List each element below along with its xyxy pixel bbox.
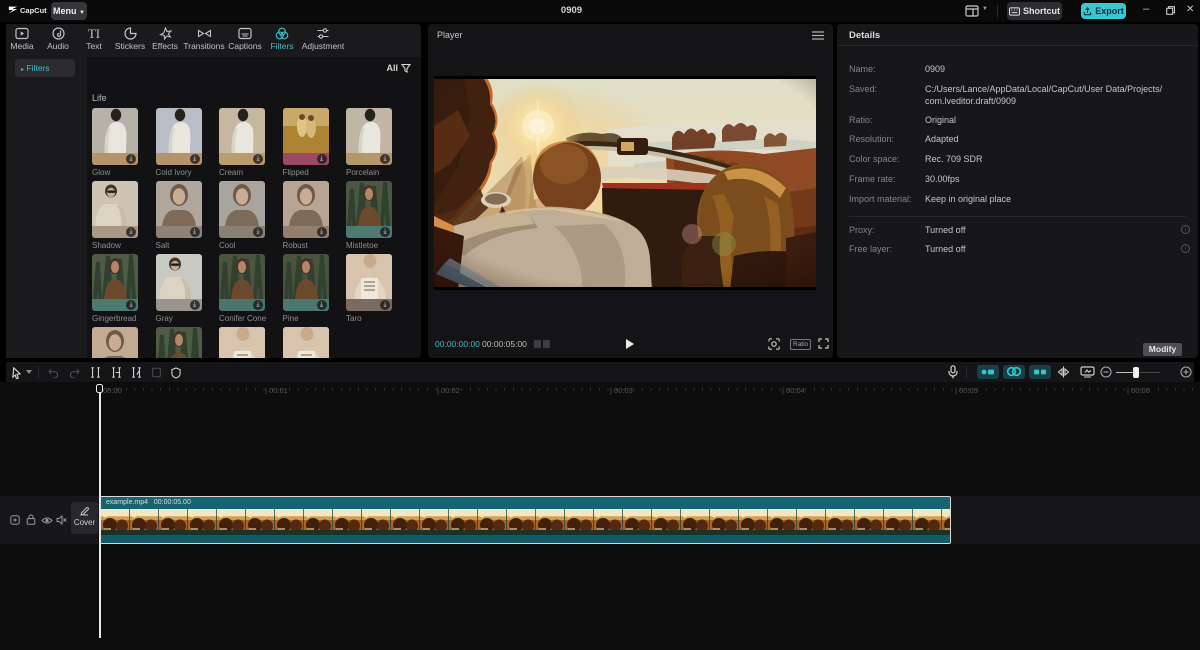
svg-text:TI: TI xyxy=(88,27,100,40)
